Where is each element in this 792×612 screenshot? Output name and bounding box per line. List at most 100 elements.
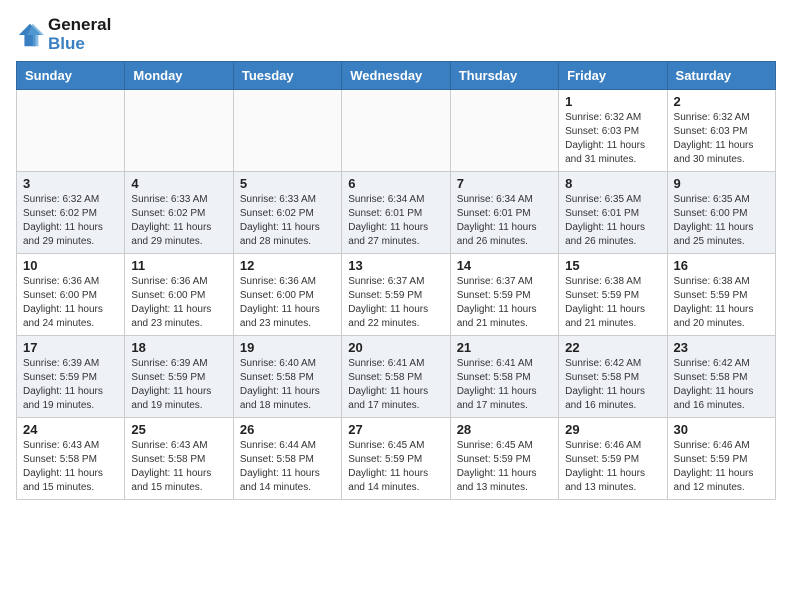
day-info: Sunrise: 6:46 AM Sunset: 5:59 PM Dayligh… [674,439,769,495]
calendar-week-row: 10 Sunrise: 6:36 AM Sunset: 6:00 PM Dayli… [17,254,776,336]
day-info: Sunrise: 6:35 AM Sunset: 6:00 PM Dayligh… [674,193,769,249]
calendar-cell: 25 Sunrise: 6:43 AM Sunset: 5:58 PM Dayli… [125,418,233,500]
logo-text: General Blue [48,16,111,53]
day-info: Sunrise: 6:33 AM Sunset: 6:02 PM Dayligh… [240,193,335,249]
calendar-cell: 14 Sunrise: 6:37 AM Sunset: 5:59 PM Dayli… [450,254,558,336]
day-info: Sunrise: 6:32 AM Sunset: 6:03 PM Dayligh… [565,111,660,167]
weekday-header-sunday: Sunday [17,62,125,90]
weekday-header-tuesday: Tuesday [233,62,341,90]
day-info: Sunrise: 6:36 AM Sunset: 6:00 PM Dayligh… [240,275,335,331]
day-info: Sunrise: 6:44 AM Sunset: 5:58 PM Dayligh… [240,439,335,495]
day-info: Sunrise: 6:43 AM Sunset: 5:58 PM Dayligh… [23,439,118,495]
day-info: Sunrise: 6:37 AM Sunset: 5:59 PM Dayligh… [348,275,443,331]
calendar-cell: 3 Sunrise: 6:32 AM Sunset: 6:02 PM Daylig… [17,172,125,254]
calendar-cell: 6 Sunrise: 6:34 AM Sunset: 6:01 PM Daylig… [342,172,450,254]
day-number: 8 [565,176,660,191]
day-info: Sunrise: 6:40 AM Sunset: 5:58 PM Dayligh… [240,357,335,413]
calendar-cell: 24 Sunrise: 6:43 AM Sunset: 5:58 PM Dayli… [17,418,125,500]
day-info: Sunrise: 6:42 AM Sunset: 5:58 PM Dayligh… [674,357,769,413]
day-number: 20 [348,340,443,355]
day-number: 17 [23,340,118,355]
day-number: 15 [565,258,660,273]
calendar-cell: 17 Sunrise: 6:39 AM Sunset: 5:59 PM Dayli… [17,336,125,418]
calendar-week-row: 3 Sunrise: 6:32 AM Sunset: 6:02 PM Daylig… [17,172,776,254]
calendar-cell: 26 Sunrise: 6:44 AM Sunset: 5:58 PM Dayli… [233,418,341,500]
day-number: 1 [565,94,660,109]
day-number: 16 [674,258,769,273]
day-number: 4 [131,176,226,191]
day-number: 26 [240,422,335,437]
calendar-cell: 9Sunrise: 6:35 AM Sunset: 6:00 PM Daylig… [667,172,775,254]
calendar-week-row: 17 Sunrise: 6:39 AM Sunset: 5:59 PM Dayli… [17,336,776,418]
calendar-cell: 15Sunrise: 6:38 AM Sunset: 5:59 PM Dayli… [559,254,667,336]
logo: General Blue [16,16,111,53]
day-number: 6 [348,176,443,191]
weekday-header-wednesday: Wednesday [342,62,450,90]
weekday-header-thursday: Thursday [450,62,558,90]
calendar-cell: 13 Sunrise: 6:37 AM Sunset: 5:59 PM Dayli… [342,254,450,336]
day-info: Sunrise: 6:38 AM Sunset: 5:59 PM Dayligh… [674,275,769,331]
day-number: 2 [674,94,769,109]
calendar-cell [125,90,233,172]
day-info: Sunrise: 6:34 AM Sunset: 6:01 PM Dayligh… [348,193,443,249]
day-number: 28 [457,422,552,437]
weekday-header-friday: Friday [559,62,667,90]
calendar-cell [17,90,125,172]
calendar-week-row: 24 Sunrise: 6:43 AM Sunset: 5:58 PM Dayli… [17,418,776,500]
day-number: 18 [131,340,226,355]
calendar-cell: 28 Sunrise: 6:45 AM Sunset: 5:59 PM Dayli… [450,418,558,500]
day-info: Sunrise: 6:41 AM Sunset: 5:58 PM Dayligh… [457,357,552,413]
calendar-cell [342,90,450,172]
calendar-cell: 19 Sunrise: 6:40 AM Sunset: 5:58 PM Dayli… [233,336,341,418]
day-info: Sunrise: 6:39 AM Sunset: 5:59 PM Dayligh… [131,357,226,413]
calendar-table: SundayMondayTuesdayWednesdayThursdayFrid… [16,61,776,500]
weekday-header-row: SundayMondayTuesdayWednesdayThursdayFrid… [17,62,776,90]
calendar-cell [450,90,558,172]
day-number: 23 [674,340,769,355]
day-info: Sunrise: 6:45 AM Sunset: 5:59 PM Dayligh… [457,439,552,495]
day-number: 12 [240,258,335,273]
calendar-cell: 21 Sunrise: 6:41 AM Sunset: 5:58 PM Dayli… [450,336,558,418]
calendar-cell: 5 Sunrise: 6:33 AM Sunset: 6:02 PM Daylig… [233,172,341,254]
calendar-cell: 1 Sunrise: 6:32 AM Sunset: 6:03 PM Daylig… [559,90,667,172]
page-header: General Blue [16,16,776,53]
day-info: Sunrise: 6:33 AM Sunset: 6:02 PM Dayligh… [131,193,226,249]
day-number: 10 [23,258,118,273]
day-info: Sunrise: 6:34 AM Sunset: 6:01 PM Dayligh… [457,193,552,249]
day-info: Sunrise: 6:35 AM Sunset: 6:01 PM Dayligh… [565,193,660,249]
day-number: 5 [240,176,335,191]
day-info: Sunrise: 6:46 AM Sunset: 5:59 PM Dayligh… [565,439,660,495]
day-number: 21 [457,340,552,355]
day-number: 7 [457,176,552,191]
weekday-header-saturday: Saturday [667,62,775,90]
day-number: 19 [240,340,335,355]
day-number: 13 [348,258,443,273]
day-number: 22 [565,340,660,355]
day-number: 30 [674,422,769,437]
day-number: 24 [23,422,118,437]
calendar-cell: 29Sunrise: 6:46 AM Sunset: 5:59 PM Dayli… [559,418,667,500]
day-info: Sunrise: 6:45 AM Sunset: 5:59 PM Dayligh… [348,439,443,495]
day-number: 25 [131,422,226,437]
calendar-cell: 4 Sunrise: 6:33 AM Sunset: 6:02 PM Daylig… [125,172,233,254]
day-info: Sunrise: 6:41 AM Sunset: 5:58 PM Dayligh… [348,357,443,413]
calendar-cell: 23 Sunrise: 6:42 AM Sunset: 5:58 PM Dayli… [667,336,775,418]
calendar-cell: 10 Sunrise: 6:36 AM Sunset: 6:00 PM Dayli… [17,254,125,336]
calendar-cell: 27Sunrise: 6:45 AM Sunset: 5:59 PM Dayli… [342,418,450,500]
day-info: Sunrise: 6:43 AM Sunset: 5:58 PM Dayligh… [131,439,226,495]
day-number: 3 [23,176,118,191]
day-info: Sunrise: 6:42 AM Sunset: 5:58 PM Dayligh… [565,357,660,413]
day-number: 14 [457,258,552,273]
day-info: Sunrise: 6:36 AM Sunset: 6:00 PM Dayligh… [23,275,118,331]
calendar-week-row: 1 Sunrise: 6:32 AM Sunset: 6:03 PM Daylig… [17,90,776,172]
weekday-header-monday: Monday [125,62,233,90]
calendar-cell: 16 Sunrise: 6:38 AM Sunset: 5:59 PM Dayli… [667,254,775,336]
calendar-cell: 8 Sunrise: 6:35 AM Sunset: 6:01 PM Daylig… [559,172,667,254]
calendar-cell: 12 Sunrise: 6:36 AM Sunset: 6:00 PM Dayli… [233,254,341,336]
day-info: Sunrise: 6:39 AM Sunset: 5:59 PM Dayligh… [23,357,118,413]
day-info: Sunrise: 6:32 AM Sunset: 6:03 PM Dayligh… [674,111,769,167]
calendar-cell: 11Sunrise: 6:36 AM Sunset: 6:00 PM Dayli… [125,254,233,336]
day-info: Sunrise: 6:32 AM Sunset: 6:02 PM Dayligh… [23,193,118,249]
day-info: Sunrise: 6:37 AM Sunset: 5:59 PM Dayligh… [457,275,552,331]
calendar-cell: 7 Sunrise: 6:34 AM Sunset: 6:01 PM Daylig… [450,172,558,254]
